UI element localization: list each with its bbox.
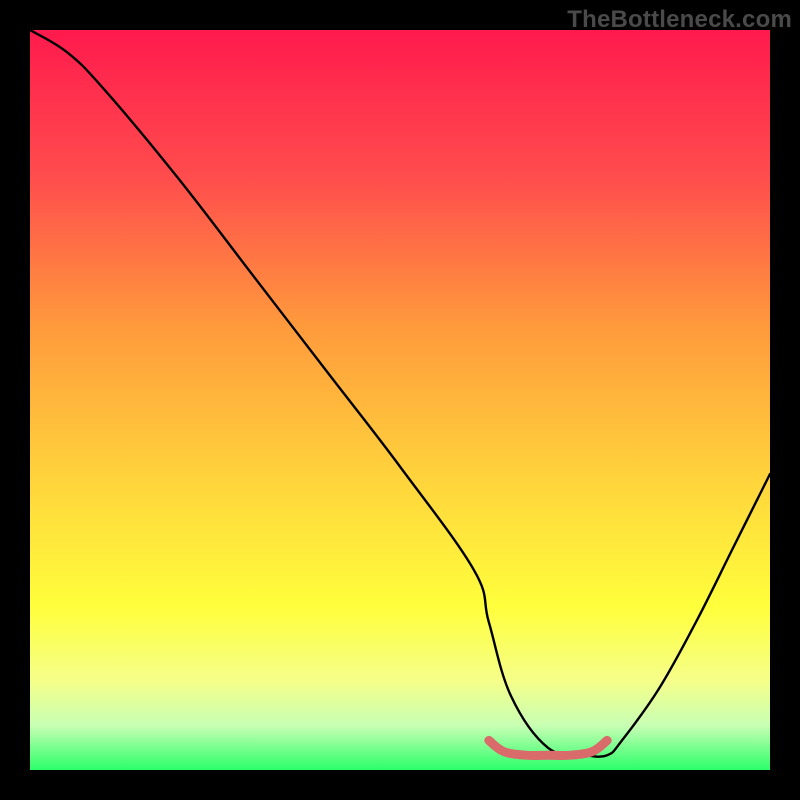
bottleneck-chart bbox=[30, 30, 770, 770]
gradient-background bbox=[30, 30, 770, 770]
chart-frame bbox=[30, 30, 770, 770]
watermark-text: TheBottleneck.com bbox=[567, 6, 792, 34]
